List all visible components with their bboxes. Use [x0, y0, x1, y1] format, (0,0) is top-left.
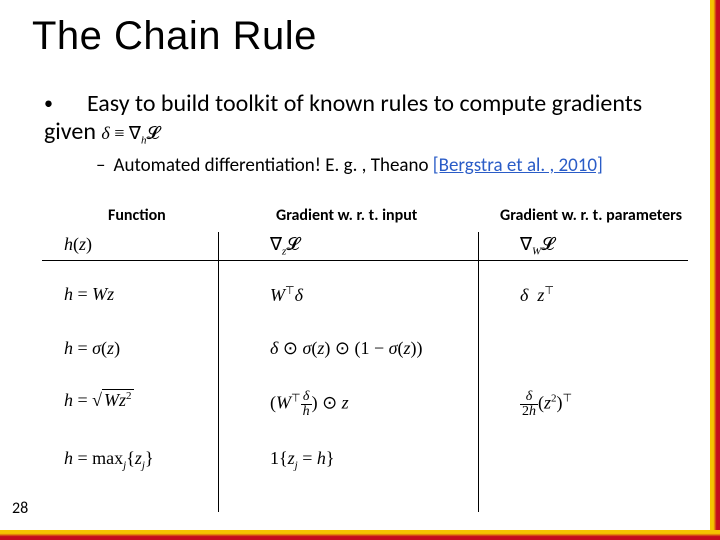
cell-grad-input: 1{zj = h} — [270, 448, 490, 472]
sym-grad-input: ∇z𝓛 — [270, 234, 490, 258]
cell-function: h = Wz — [64, 284, 224, 305]
body-content: •Easy to build toolkit of known rules to… — [44, 90, 684, 177]
cell-function: h = σ(z) — [64, 338, 224, 359]
bullet-dot-icon: • — [44, 92, 53, 114]
cell-grad-input: (W⊤δh) ⊙ z — [270, 390, 490, 419]
bullet-level-2: –Automated differentiation! E. g. , Thea… — [96, 154, 684, 177]
citation-link[interactable]: [Bergstra et al. , 2010] — [433, 154, 603, 177]
accent-bar-right — [710, 0, 720, 540]
header-grad-params: Gradient w. r. t. parameters — [500, 206, 682, 225]
slide-title: The Chain Rule — [32, 14, 317, 59]
bullet2-text: Automated differentiation! E. g. , Thean… — [113, 154, 432, 177]
cell-grad-input: W⊤δ — [270, 284, 490, 306]
cell-function: h = maxj{zj} — [64, 448, 224, 472]
cell-function: h = √Wz2 — [64, 390, 224, 411]
slide: The Chain Rule •Easy to build toolkit of… — [0, 0, 720, 540]
accent-bar-bottom — [0, 530, 720, 540]
sym-function: h(z) — [64, 234, 224, 255]
sym-grad-params: ∇W𝓛 — [520, 234, 690, 258]
cell-grad-input: δ ⊙ σ(z) ⊙ (1 − σ(z)) — [270, 338, 490, 359]
page-number: 28 — [12, 499, 28, 518]
bullet1-formula: δ ≡ ∇h𝓛 — [101, 123, 159, 143]
bullet-level-1: •Easy to build toolkit of known rules to… — [44, 90, 684, 148]
header-grad-input: Gradient w. r. t. input — [276, 206, 417, 225]
header-function: Function — [108, 206, 166, 225]
bullet-dash-icon: – — [96, 154, 105, 177]
table-rule-horizontal — [42, 260, 688, 261]
cell-grad-params: δ z⊤ — [520, 284, 690, 306]
cell-grad-params: δ2h(z2)⊤ — [520, 390, 690, 419]
